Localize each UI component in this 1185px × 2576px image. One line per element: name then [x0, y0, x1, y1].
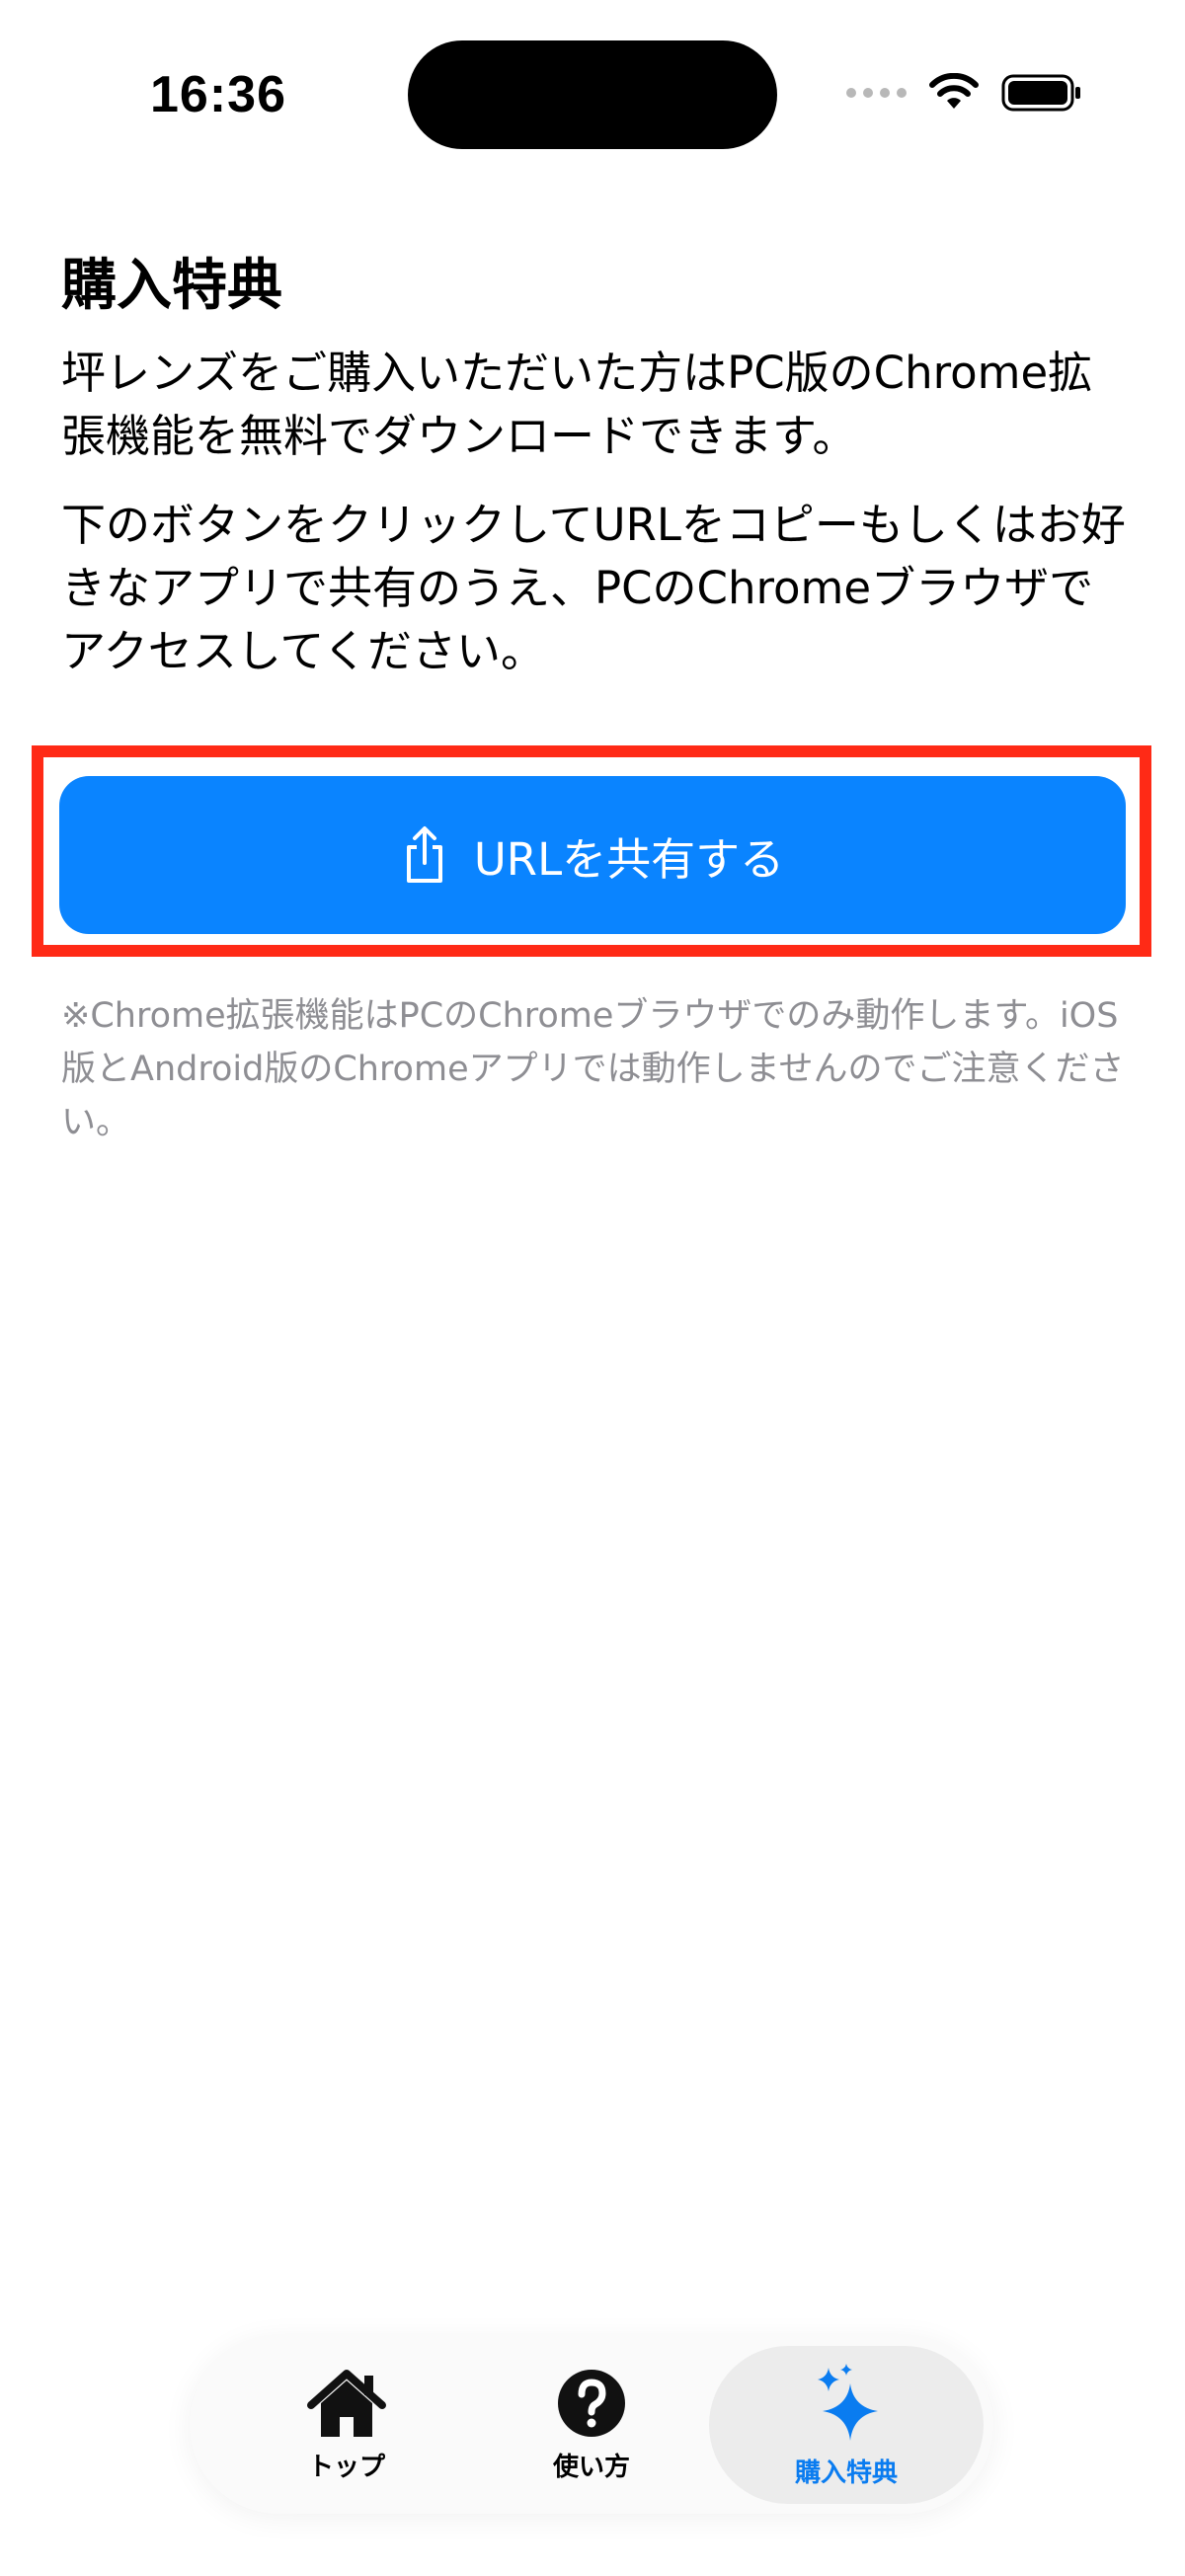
tab-how-to-use-label: 使い方: [552, 2452, 630, 2482]
status-time: 16:36: [150, 66, 286, 123]
main-content: 購入特典 坪レンズをご購入いただいた方はPC版のChrome拡張機能を無料でダウ…: [61, 247, 1128, 709]
page-title: 購入特典: [61, 254, 282, 318]
dynamic-island: [408, 40, 777, 149]
tab-purchase-bonus-label: 購入特典: [794, 2458, 898, 2488]
tab-purchase-bonus[interactable]: 購入特典: [709, 2346, 984, 2504]
status-bar: 16:36: [0, 0, 1185, 188]
house-icon: [307, 2369, 386, 2437]
compatibility-note: ※Chrome拡張機能はPCのChromeブラウザでのみ動作します。iOS版とA…: [61, 996, 1125, 1142]
share-button-label: URLを共有する: [473, 832, 785, 886]
share-url-button[interactable]: URLを共有する: [59, 776, 1126, 934]
tab-top-label: トップ: [307, 2452, 385, 2482]
signal-dots-icon: [846, 88, 907, 98]
sparkles-icon: [818, 2363, 878, 2441]
tab-how-to-use[interactable]: 使い方: [454, 2346, 729, 2504]
share-icon: [406, 826, 442, 883]
wifi-icon: [929, 73, 979, 109]
status-icons: [846, 73, 1082, 113]
instruction-paragraph: 下のボタンをクリックしてURLをコピーもしくはお好きなアプリで共有のうえ、PCの…: [61, 499, 1126, 677]
battery-icon: [1001, 74, 1080, 112]
intro-paragraph: 坪レンズをご購入いただいた方はPC版のChrome拡張機能を無料でダウンロードで…: [61, 347, 1093, 462]
tab-bar: トップ 使い方 購入特典: [190, 2336, 993, 2514]
tab-top[interactable]: トップ: [209, 2346, 484, 2504]
question-circle-icon: [558, 2369, 625, 2437]
